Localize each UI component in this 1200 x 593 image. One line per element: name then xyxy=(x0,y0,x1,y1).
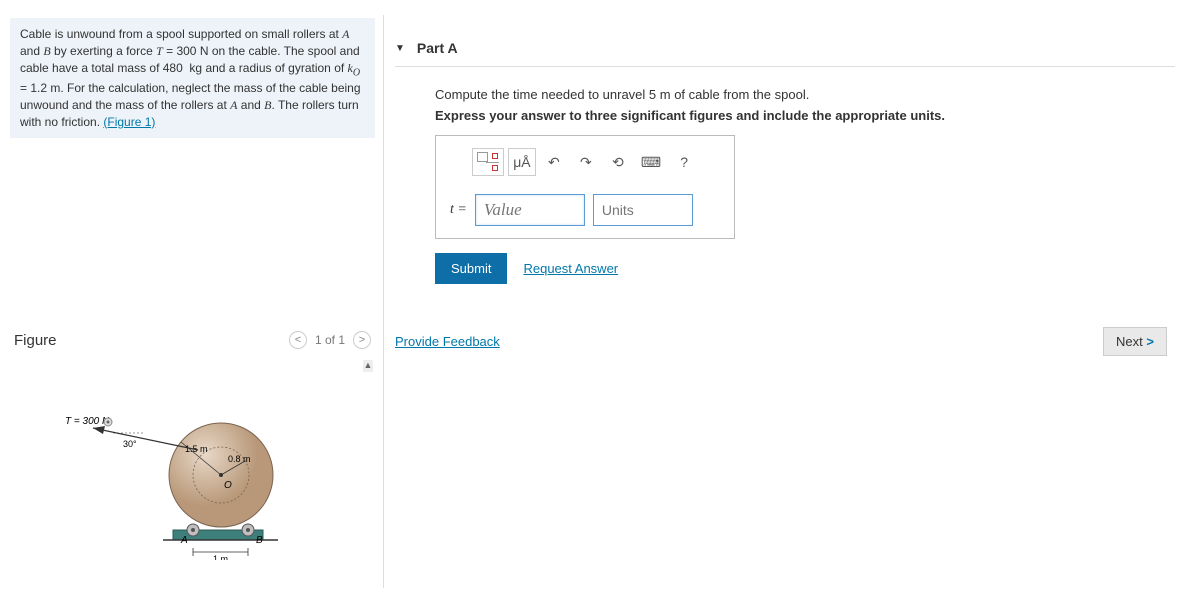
figure-counter: 1 of 1 xyxy=(315,333,345,347)
submit-button[interactable]: Submit xyxy=(435,253,507,284)
part-body: Compute the time needed to unravel 5 m o… xyxy=(395,67,1175,304)
outer-radius-label: 1.5 m xyxy=(185,444,208,454)
roller-b-label: B xyxy=(256,535,263,546)
center-label: O xyxy=(224,480,232,491)
answer-box: μÅ ↶ ↷ ⟲ ⌨ ? t = xyxy=(435,135,735,239)
request-answer-link[interactable]: Request Answer xyxy=(523,261,618,276)
collapse-caret-icon: ▼ xyxy=(395,43,405,54)
part-panel: ▼ Part A Compute the time needed to unra… xyxy=(395,40,1175,304)
variable-label: t = xyxy=(450,202,467,218)
figure-prev-button[interactable]: < xyxy=(289,331,307,349)
scroll-up-icon[interactable]: ▲ xyxy=(363,360,373,372)
next-button[interactable]: Next > xyxy=(1103,327,1167,356)
figure-link[interactable]: (Figure 1) xyxy=(103,115,155,129)
keyboard-icon[interactable]: ⌨ xyxy=(636,148,666,176)
express-text: Express your answer to three significant… xyxy=(435,108,1155,123)
help-button[interactable]: ? xyxy=(670,148,698,176)
part-title: Part A xyxy=(417,40,458,56)
part-header[interactable]: ▼ Part A xyxy=(395,40,1175,67)
figure-nav: < 1 of 1 > xyxy=(289,331,371,349)
problem-text: Cable is unwound from a spool supported … xyxy=(20,27,361,129)
base-width-label: 1 m xyxy=(213,554,228,560)
inner-radius-label: 0.8 m xyxy=(228,454,251,464)
force-label: T = 300 N xyxy=(65,416,110,427)
undo-icon[interactable]: ↶ xyxy=(540,148,568,176)
redo-icon[interactable]: ↷ xyxy=(572,148,600,176)
chevron-right-icon: > xyxy=(1146,334,1154,349)
units-input[interactable] xyxy=(593,194,693,226)
footer-row: Provide Feedback Next > xyxy=(395,327,1167,356)
instruction-text: Compute the time needed to unravel 5 m o… xyxy=(435,87,1155,102)
reset-icon[interactable]: ⟲ xyxy=(604,148,632,176)
value-input[interactable] xyxy=(475,194,585,226)
input-row: t = xyxy=(444,190,726,230)
figure-title: Figure xyxy=(14,332,57,349)
angle-label: 30° xyxy=(123,439,137,449)
action-row: Submit Request Answer xyxy=(435,253,1155,284)
figure-body: ▲ 1 m A B xyxy=(10,360,375,560)
figure-panel: Figure < 1 of 1 > ▲ 1 m A B xyxy=(10,325,375,575)
roller-a-label: A xyxy=(180,535,188,546)
provide-feedback-link[interactable]: Provide Feedback xyxy=(395,334,500,349)
figure-header: Figure < 1 of 1 > xyxy=(10,325,375,360)
problem-statement: Cable is unwound from a spool supported … xyxy=(10,18,375,138)
figure-next-button[interactable]: > xyxy=(353,331,371,349)
figure-diagram: 1 m A B O 1.5 m 0.8 m xyxy=(53,380,333,560)
mu-tool-button[interactable]: μÅ xyxy=(508,148,536,176)
column-divider xyxy=(383,15,384,588)
problem-panel: Cable is unwound from a spool supported … xyxy=(10,18,375,138)
fraction-tool-button[interactable] xyxy=(472,148,504,176)
answer-toolbar: μÅ ↶ ↷ ⟲ ⌨ ? xyxy=(444,144,726,180)
